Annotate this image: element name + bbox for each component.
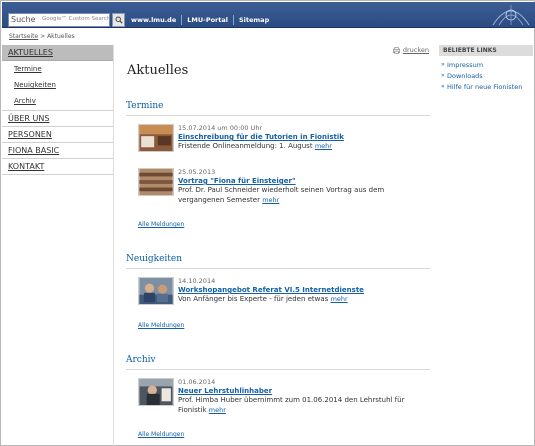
news-desc-text: Von Anfänger bis Experte - für jeden etw…	[178, 295, 329, 303]
nav-sub-neuigkeiten[interactable]: Neuigkeiten	[2, 77, 113, 93]
breadcrumb-current: Aktuelles	[47, 33, 75, 40]
news-more-link[interactable]: mehr	[262, 196, 279, 204]
popular-link-downloads[interactable]: » Downloads	[441, 70, 533, 81]
header-link-lmu[interactable]: www.lmu.de	[126, 15, 181, 25]
page-title: Aktuelles	[127, 63, 189, 78]
header-link-portal[interactable]: LMU-Portal	[181, 15, 233, 25]
section-title: Termine	[126, 101, 430, 116]
print-label: drucken	[402, 46, 429, 54]
nav-sub-termine[interactable]: Termine	[2, 61, 113, 77]
news-title-link[interactable]: Neuer Lehrstuhlinhaber	[178, 387, 428, 396]
search-button[interactable]	[112, 13, 125, 27]
news-thumbnail[interactable]	[138, 124, 174, 152]
thumbnail-image	[139, 379, 173, 405]
news-desc-text: Prof. Dr. Paul Schneider wiederholt sein…	[178, 186, 385, 204]
breadcrumb: Startseite > Aktuelles	[9, 33, 75, 40]
breadcrumb-separator: >	[40, 33, 46, 40]
news-thumbnail[interactable]	[138, 277, 174, 305]
header-bar: Suche Google™ Custom Search www.lmu.de L…	[2, 2, 535, 28]
printer-icon	[392, 46, 400, 54]
nav-item-ueber-uns[interactable]: ÜBER UNS	[2, 111, 113, 127]
popular-link-help[interactable]: » Hilfe für neue Fionisten	[441, 81, 533, 92]
search-box[interactable]: Suche Google™ Custom Search	[8, 13, 110, 27]
popular-link-label: Downloads	[447, 71, 483, 80]
popular-link-impressum[interactable]: » Impressum	[441, 59, 533, 70]
news-text: 01.06.2014 Neuer Lehrstuhlinhaber Prof. …	[178, 378, 428, 415]
popular-link-label: Hilfe für neue Fionisten	[447, 82, 523, 91]
section-title: Neuigkeiten	[126, 254, 430, 269]
news-text: 25.05.2013 Vortrag "Fiona für Einsteiger…	[178, 168, 428, 205]
all-news-link[interactable]: Alle Meldungen	[138, 431, 184, 438]
popular-links-heading: BELIEBTE LINKS	[439, 45, 533, 56]
all-news-link[interactable]: Alle Meldungen	[138, 221, 184, 228]
section-title: Archiv	[126, 355, 430, 370]
news-thumbnail[interactable]	[138, 378, 174, 406]
section-termine: Termine 15.07.2014 um 00:00 Uhr Einschre…	[126, 101, 430, 231]
nav-item-kontakt[interactable]: KONTAKT	[2, 159, 113, 175]
header-link-sitemap[interactable]: Sitemap	[232, 15, 274, 25]
news-item: 14.10.2014 Workshopangebot Referat VI.5 …	[138, 277, 428, 309]
news-date: 14.10.2014	[178, 277, 216, 285]
page-frame: Suche Google™ Custom Search www.lmu.de L…	[0, 0, 535, 446]
news-description: Prof. Dr. Paul Schneider wiederholt sein…	[178, 186, 428, 205]
news-item: 25.05.2013 Vortrag "Fiona für Einsteiger…	[138, 168, 428, 208]
popular-links-list: » Impressum » Downloads » Hilfe für neue…	[439, 56, 533, 92]
news-item: 15.07.2014 um 00:00 Uhr Einschreibung fü…	[138, 124, 428, 156]
magnifier-icon	[114, 16, 123, 24]
news-more-link[interactable]: mehr	[331, 295, 348, 303]
news-description: Fristende Onlineanmeldung: 1. August meh…	[178, 142, 428, 152]
nav-sub-archiv[interactable]: Archiv	[2, 93, 113, 109]
popular-links-box: BELIEBTE LINKS » Impressum » Downloads »…	[439, 45, 533, 92]
news-date: 01.06.2014	[178, 378, 216, 386]
news-more-link[interactable]: mehr	[209, 406, 226, 414]
section-neuigkeiten: Neuigkeiten 14.10.2014 Workshopangebot R…	[126, 254, 430, 344]
news-text: 14.10.2014 Workshopangebot Referat VI.5 …	[178, 277, 428, 305]
nav-item-personen[interactable]: PERSONEN	[2, 127, 113, 143]
thumbnail-image	[139, 278, 173, 304]
news-description: Prof. Himba Huber übernimmt zum 01.06.20…	[178, 396, 428, 415]
breadcrumb-home[interactable]: Startseite	[9, 33, 38, 40]
left-navigation: AKTUELLES Termine Neuigkeiten Archiv ÜBE…	[2, 45, 114, 446]
nav-subgroup-aktuelles: Termine Neuigkeiten Archiv	[2, 61, 113, 111]
news-date: 15.07.2014 um 00:00 Uhr	[178, 124, 263, 132]
lmu-seal-logo[interactable]	[491, 3, 531, 27]
popular-link-label: Impressum	[447, 60, 484, 69]
news-more-link[interactable]: mehr	[315, 142, 332, 150]
print-link[interactable]: drucken	[392, 46, 429, 54]
search-hint: Google™ Custom Search	[42, 16, 111, 22]
news-item: 01.06.2014 Neuer Lehrstuhlinhaber Prof. …	[138, 378, 428, 418]
thumbnail-image	[139, 169, 173, 195]
news-date: 25.05.2013	[178, 168, 216, 176]
nav-item-aktuelles[interactable]: AKTUELLES	[2, 45, 113, 61]
section-archiv: Archiv 01.06.2014 Neuer Lehrstuhlinhaber…	[126, 355, 430, 445]
news-text: 15.07.2014 um 00:00 Uhr Einschreibung fü…	[178, 124, 428, 152]
news-desc-text: Fristende Onlineanmeldung: 1. August	[178, 142, 313, 150]
thumbnail-image	[139, 125, 173, 151]
news-title-link[interactable]: Einschreibung für die Tutorien in Fionis…	[178, 133, 428, 142]
news-title-link[interactable]: Vortrag "Fiona für Einsteiger"	[178, 177, 428, 186]
nav-item-fiona-basic[interactable]: FIONA BASIC	[2, 143, 113, 159]
news-thumbnail[interactable]	[138, 168, 174, 196]
news-description: Von Anfänger bis Experte - für jeden etw…	[178, 295, 428, 305]
search-label: Suche	[11, 15, 36, 24]
news-title-link[interactable]: Workshopangebot Referat VI.5 Internetdie…	[178, 286, 428, 295]
header-links: www.lmu.de LMU-Portal Sitemap	[126, 14, 274, 26]
all-news-link[interactable]: Alle Meldungen	[138, 322, 184, 329]
